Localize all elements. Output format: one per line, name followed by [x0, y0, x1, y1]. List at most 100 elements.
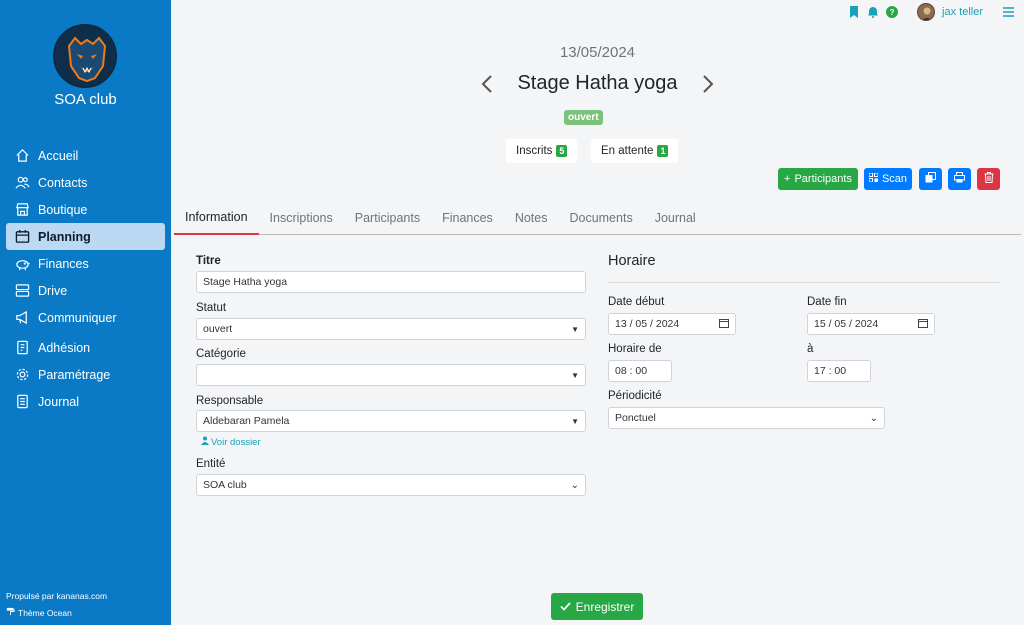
- statut-label: Statut: [196, 302, 227, 314]
- horaire-section-title: Horaire: [608, 253, 656, 269]
- previous-event-chevron-icon[interactable]: [479, 74, 495, 94]
- responsable-select[interactable]: Aldebaran Pamela ▼: [196, 410, 586, 432]
- inscrits-count-badge: 5: [556, 145, 568, 157]
- powered-by-link[interactable]: Propulsé par kananas.com: [6, 591, 107, 601]
- participants-button-label: Participants: [794, 173, 852, 185]
- sidebar-item-label: Accueil: [38, 148, 79, 163]
- tab-information[interactable]: Information: [174, 200, 259, 235]
- club-logo[interactable]: [53, 24, 117, 88]
- sidebar-item-label: Drive: [38, 283, 68, 298]
- user-icon: [201, 436, 209, 448]
- check-icon: [560, 600, 571, 614]
- sidebar-item-label: Journal: [38, 394, 79, 409]
- theme-label: Thème Ocean: [18, 607, 72, 618]
- copy-icon: [925, 172, 936, 186]
- sidebar-item-journal[interactable]: Journal: [6, 388, 165, 415]
- bookmark-icon[interactable]: [848, 6, 860, 18]
- categorie-label: Catégorie: [196, 348, 246, 360]
- sidebar-item-label: Finances: [38, 256, 89, 271]
- a-input[interactable]: 17 : 00: [807, 360, 871, 382]
- section-divider: [608, 282, 1000, 283]
- entite-select[interactable]: SOA club ⌄: [196, 474, 586, 496]
- avatar[interactable]: [917, 3, 936, 21]
- periodicite-value: Ponctuel: [615, 412, 656, 424]
- username-link[interactable]: jax teller: [942, 6, 983, 18]
- en-attente-count-badge: 1: [657, 145, 669, 157]
- en-attente-label: En attente: [601, 145, 654, 157]
- date-debut-input[interactable]: 13 / 05 / 2024: [608, 313, 736, 335]
- voir-dossier-link[interactable]: Voir dossier: [201, 436, 261, 448]
- tab-documents[interactable]: Documents: [558, 200, 643, 235]
- sidebar-item-label: Adhésion: [38, 340, 91, 355]
- horaire-de-input[interactable]: 08 : 00: [608, 360, 672, 382]
- chevron-down-icon: ⌄: [570, 479, 579, 491]
- inscrits-counter[interactable]: Inscrits 5: [506, 139, 578, 163]
- trash-icon: [984, 172, 994, 186]
- entite-value: SOA club: [203, 479, 247, 491]
- printer-icon: [954, 172, 965, 186]
- titre-value: Stage Hatha yoga: [203, 276, 288, 288]
- scan-button[interactable]: Scan: [864, 168, 912, 190]
- voir-dossier-label: Voir dossier: [211, 436, 261, 448]
- print-button[interactable]: [948, 168, 971, 190]
- statut-select[interactable]: ouvert ▼: [196, 318, 586, 340]
- tab-notes[interactable]: Notes: [504, 200, 559, 235]
- scan-button-label: Scan: [881, 173, 908, 185]
- piggy-bank-icon: [14, 256, 30, 272]
- delete-button[interactable]: [977, 168, 1000, 190]
- club-name: SOA club: [54, 91, 117, 108]
- next-event-chevron-icon[interactable]: [700, 74, 716, 94]
- calendar-icon: [14, 229, 30, 245]
- periodicite-select[interactable]: Ponctuel ⌄: [608, 407, 885, 429]
- caret-down-icon: ▼: [571, 324, 579, 334]
- titre-label: Titre: [196, 255, 221, 267]
- topbar: ? jax teller: [848, 3, 1014, 21]
- sidebar-item-planning[interactable]: Planning: [6, 223, 165, 250]
- en-attente-counter[interactable]: En attente 1: [591, 139, 679, 163]
- duplicate-button[interactable]: [919, 168, 942, 190]
- membership-icon: [14, 340, 30, 356]
- save-button[interactable]: Enregistrer: [551, 593, 643, 620]
- date-fin-input[interactable]: 15 / 05 / 2024: [807, 313, 935, 335]
- sidebar-item-label: Paramétrage: [38, 367, 111, 382]
- hamburger-menu-icon[interactable]: [1002, 6, 1014, 18]
- sidebar-item-accueil[interactable]: Accueil: [6, 142, 165, 169]
- journal-icon: [14, 394, 30, 410]
- horaire-de-value: 08 : 00: [615, 365, 648, 377]
- help-icon[interactable]: ?: [886, 6, 899, 18]
- a-label: à: [807, 343, 814, 355]
- sidebar-item-communiquer[interactable]: Communiquer: [6, 304, 165, 331]
- home-icon: [14, 148, 30, 164]
- bell-icon[interactable]: [867, 6, 879, 18]
- sidebar-item-boutique[interactable]: Boutique: [6, 196, 165, 223]
- caret-down-icon: ▼: [571, 370, 579, 380]
- sidebar-item-drive[interactable]: Drive: [6, 277, 165, 304]
- date-debut-value: 13 / 05 / 2024: [615, 318, 680, 330]
- tab-finances[interactable]: Finances: [431, 200, 504, 235]
- calendar-picker-icon[interactable]: [719, 318, 729, 331]
- status-badge: ouvert: [564, 110, 603, 125]
- drive-icon: [14, 283, 30, 299]
- theme-selector[interactable]: Thème Ocean: [6, 607, 72, 618]
- date-fin-label: Date fin: [807, 296, 847, 308]
- save-button-label: Enregistrer: [575, 599, 635, 614]
- categorie-select[interactable]: ▼: [196, 364, 586, 386]
- sidebar-item-label: Contacts: [38, 175, 88, 190]
- tab-participants[interactable]: Participants: [344, 200, 431, 235]
- title-row: Stage Hatha yoga: [171, 72, 1024, 95]
- tab-bar: Information Inscriptions Participants Fi…: [174, 200, 1021, 235]
- sidebar-item-label: Boutique: [38, 202, 88, 217]
- add-participants-button[interactable]: + Participants: [778, 168, 858, 190]
- sidebar-item-adhesion[interactable]: Adhésion: [6, 334, 165, 361]
- sidebar-item-finances[interactable]: Finances: [6, 250, 165, 277]
- gear-icon: [14, 367, 30, 383]
- calendar-picker-icon[interactable]: [918, 318, 928, 331]
- sidebar-item-label: Communiquer: [38, 310, 117, 325]
- tab-journal[interactable]: Journal: [644, 200, 707, 235]
- sidebar-item-parametrage[interactable]: Paramétrage: [6, 361, 165, 388]
- tab-inscriptions[interactable]: Inscriptions: [259, 200, 344, 235]
- a-value: 17 : 00: [814, 365, 847, 377]
- titre-input[interactable]: Stage Hatha yoga: [196, 271, 586, 293]
- sidebar-item-contacts[interactable]: Contacts: [6, 169, 165, 196]
- responsable-label: Responsable: [196, 395, 264, 407]
